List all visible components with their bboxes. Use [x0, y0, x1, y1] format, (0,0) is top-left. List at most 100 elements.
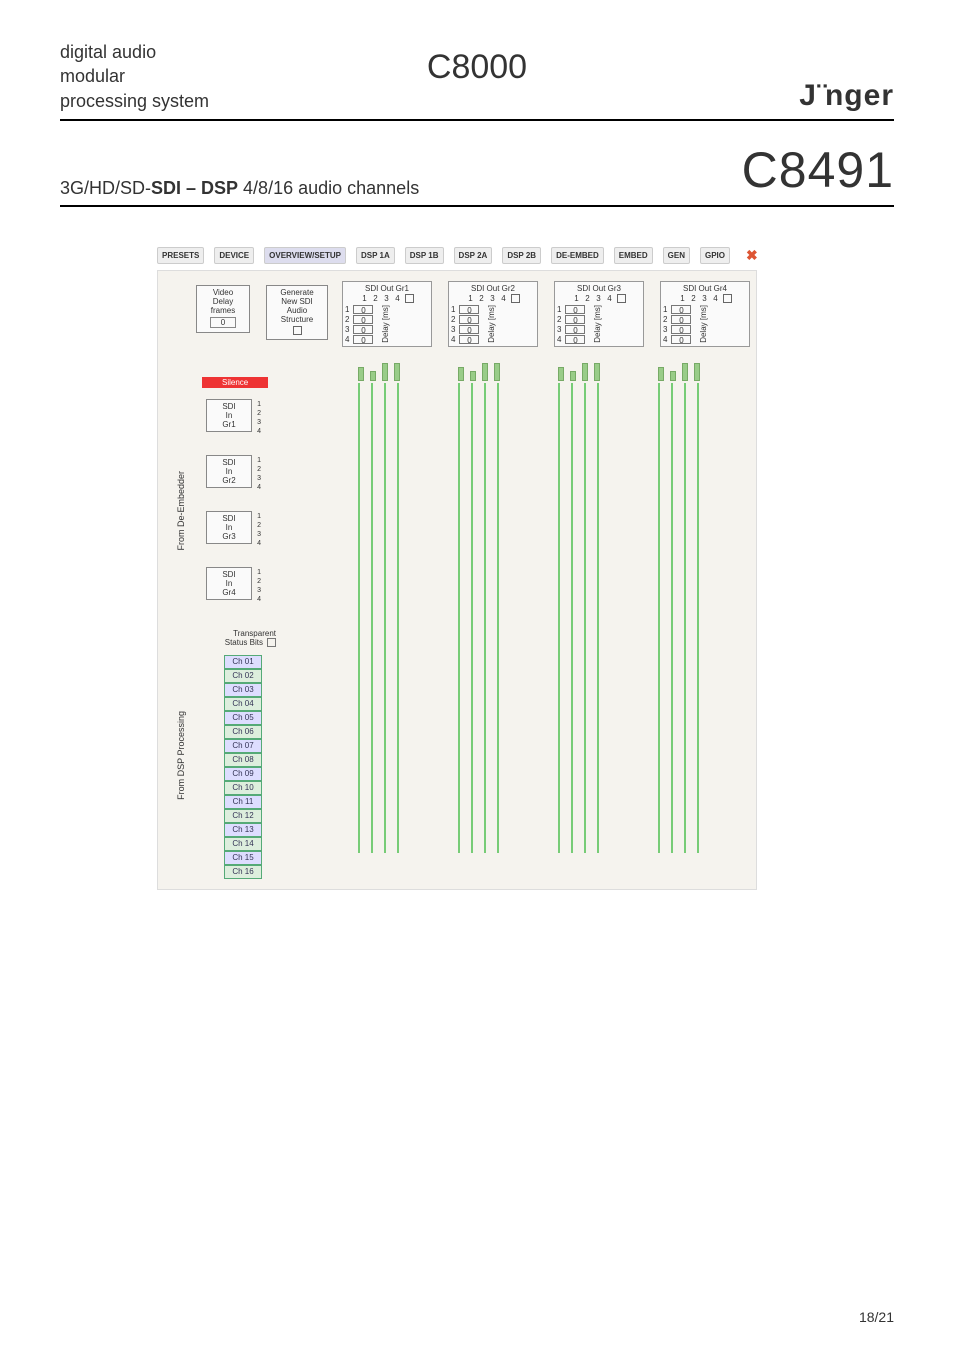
delay-input[interactable]: 0: [459, 305, 479, 314]
group-select[interactable]: [723, 294, 732, 303]
n: 2: [257, 465, 261, 474]
ch-item[interactable]: Ch 06: [224, 725, 262, 739]
subhead-prefix: 3G/HD/SD-: [60, 178, 151, 198]
group-select[interactable]: [405, 294, 414, 303]
grid-line: [584, 383, 586, 853]
group-select[interactable]: [617, 294, 626, 303]
n: 3: [257, 474, 261, 483]
n: 1: [257, 456, 261, 465]
delay-input[interactable]: 0: [671, 325, 691, 334]
n: 1: [257, 512, 261, 521]
r: 1: [451, 305, 455, 314]
ch-item[interactable]: Ch 12: [224, 809, 262, 823]
ch-item[interactable]: Ch 01: [224, 655, 262, 669]
group-select[interactable]: [511, 294, 520, 303]
r: 3: [345, 325, 349, 334]
grid-line: [484, 383, 486, 853]
delay-input[interactable]: 0: [565, 305, 585, 314]
n: 2: [257, 521, 261, 530]
l: In: [209, 523, 249, 532]
c: 1: [573, 294, 581, 303]
c: 4: [606, 294, 614, 303]
l: Gr1: [209, 420, 249, 429]
sdi-in-gr4: SDI In Gr4 1234: [206, 567, 252, 600]
ch-item[interactable]: Ch 13: [224, 823, 262, 837]
close-icon[interactable]: ✖: [746, 247, 758, 264]
brand-j: J: [799, 79, 817, 112]
delay-input[interactable]: 0: [671, 335, 691, 344]
sdi-out-groups: SDI Out Gr1 1234 1234 0000 Delay [ms] SD…: [342, 281, 750, 347]
l: In: [209, 579, 249, 588]
vd-l2: Delay: [199, 297, 247, 306]
umlaut-icon: ¨: [817, 79, 825, 112]
meters-gr3: [558, 363, 600, 381]
tab-dsp2b[interactable]: DSP 2B: [502, 247, 541, 264]
r: 3: [557, 325, 561, 334]
ch-item[interactable]: Ch 03: [224, 683, 262, 697]
l: Gr2: [209, 476, 249, 485]
generate-checkbox[interactable]: [293, 326, 302, 335]
tab-dsp1b[interactable]: DSP 1B: [405, 247, 444, 264]
c: 3: [595, 294, 603, 303]
delay-input[interactable]: 0: [353, 335, 373, 344]
ch-item[interactable]: Ch 08: [224, 753, 262, 767]
ch-item[interactable]: Ch 15: [224, 851, 262, 865]
ch-item[interactable]: Ch 11: [224, 795, 262, 809]
l: SDI: [209, 402, 249, 411]
subhead-suffix: 4/8/16 audio channels: [238, 178, 419, 198]
tsb-checkbox[interactable]: [267, 638, 276, 647]
ch-item[interactable]: Ch 02: [224, 669, 262, 683]
tab-presets[interactable]: PRESETS: [157, 247, 204, 264]
ch-item[interactable]: Ch 14: [224, 837, 262, 851]
ch-item[interactable]: Ch 04: [224, 697, 262, 711]
delay-input[interactable]: 0: [565, 335, 585, 344]
r: 1: [557, 305, 561, 314]
delay-input[interactable]: 0: [671, 305, 691, 314]
hdr-l2: modular: [60, 64, 209, 88]
label-from-dsp: From DSP Processing: [176, 711, 186, 800]
delay-input[interactable]: 0: [353, 325, 373, 334]
ch-item[interactable]: Ch 07: [224, 739, 262, 753]
delay-input[interactable]: 0: [353, 305, 373, 314]
tab-embed[interactable]: EMBED: [614, 247, 653, 264]
delay-input[interactable]: 0: [565, 325, 585, 334]
page-number: 18/21: [859, 1309, 894, 1325]
tab-device[interactable]: DEVICE: [214, 247, 254, 264]
channel-list: Ch 01 Ch 02 Ch 03 Ch 04 Ch 05 Ch 06 Ch 0…: [224, 655, 262, 879]
c: 1: [679, 294, 687, 303]
ch-item[interactable]: Ch 10: [224, 781, 262, 795]
brand-rest: nger: [825, 79, 894, 112]
r: 1: [663, 305, 667, 314]
sdi-in-gr2: SDI In Gr2 1234: [206, 455, 252, 488]
center-title: C8000: [427, 48, 527, 87]
delay-input[interactable]: 0: [459, 335, 479, 344]
ch-item[interactable]: Ch 16: [224, 865, 262, 879]
grid-line: [358, 383, 360, 853]
meters-gr1: [358, 363, 400, 381]
tab-overview-setup[interactable]: OVERVIEW/SETUP: [264, 247, 346, 264]
r: 4: [451, 335, 455, 344]
gen-l1: Generate: [269, 288, 325, 297]
tab-gpio[interactable]: GPIO: [700, 247, 730, 264]
ch-item[interactable]: Ch 09: [224, 767, 262, 781]
delay-input[interactable]: 0: [353, 315, 373, 324]
tab-dsp1a[interactable]: DSP 1A: [356, 247, 395, 264]
grid-line: [597, 383, 599, 853]
delay-input[interactable]: 0: [459, 325, 479, 334]
r: 3: [663, 325, 667, 334]
vd-l1: Video: [199, 288, 247, 297]
delay-input[interactable]: 0: [565, 315, 585, 324]
n: 3: [257, 586, 261, 595]
hdr-l3: processing system: [60, 89, 209, 113]
grid-line: [471, 383, 473, 853]
header-left: digital audio modular processing system: [60, 40, 209, 113]
tab-deembed[interactable]: DE-EMBED: [551, 247, 604, 264]
delay-input[interactable]: 0: [671, 315, 691, 324]
ch-item[interactable]: Ch 05: [224, 711, 262, 725]
tab-dsp2a[interactable]: DSP 2A: [454, 247, 493, 264]
video-delay-frames-input[interactable]: 0: [210, 317, 236, 328]
tab-gen[interactable]: GEN: [663, 247, 690, 264]
delay-input[interactable]: 0: [459, 315, 479, 324]
n: 1: [257, 568, 261, 577]
l: SDI: [209, 514, 249, 523]
